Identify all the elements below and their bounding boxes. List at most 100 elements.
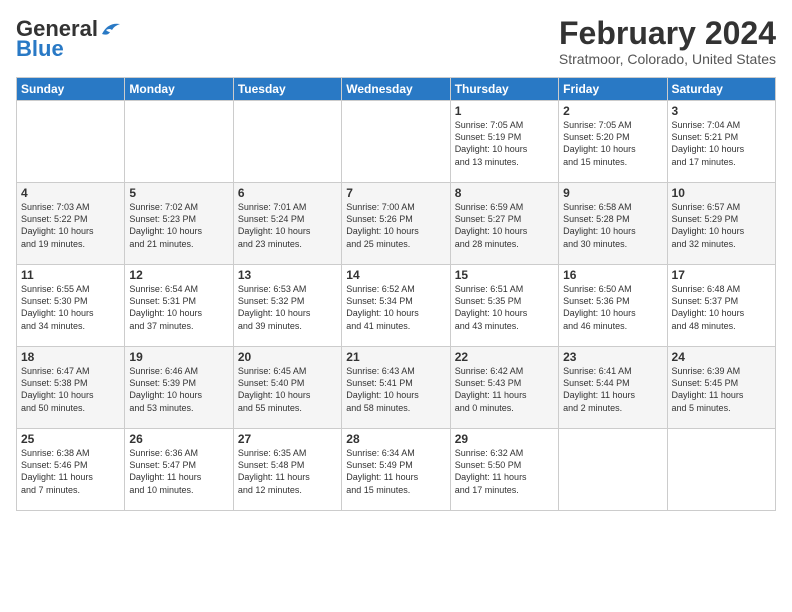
calendar-day-cell: 11Sunrise: 6:55 AM Sunset: 5:30 PM Dayli…: [17, 265, 125, 347]
day-info: Sunrise: 6:51 AM Sunset: 5:35 PM Dayligh…: [455, 283, 554, 332]
logo: General Blue: [16, 16, 122, 62]
day-number: 2: [563, 104, 662, 118]
calendar-day-cell: 23Sunrise: 6:41 AM Sunset: 5:44 PM Dayli…: [559, 347, 667, 429]
day-info: Sunrise: 7:02 AM Sunset: 5:23 PM Dayligh…: [129, 201, 228, 250]
calendar-day-cell: 6Sunrise: 7:01 AM Sunset: 5:24 PM Daylig…: [233, 183, 341, 265]
day-info: Sunrise: 6:43 AM Sunset: 5:41 PM Dayligh…: [346, 365, 445, 414]
calendar-day-cell: 29Sunrise: 6:32 AM Sunset: 5:50 PM Dayli…: [450, 429, 558, 511]
day-info: Sunrise: 7:05 AM Sunset: 5:20 PM Dayligh…: [563, 119, 662, 168]
day-number: 10: [672, 186, 771, 200]
day-info: Sunrise: 6:45 AM Sunset: 5:40 PM Dayligh…: [238, 365, 337, 414]
calendar-day-cell: 4Sunrise: 7:03 AM Sunset: 5:22 PM Daylig…: [17, 183, 125, 265]
day-number: 28: [346, 432, 445, 446]
day-info: Sunrise: 6:41 AM Sunset: 5:44 PM Dayligh…: [563, 365, 662, 414]
calendar-day-cell: 17Sunrise: 6:48 AM Sunset: 5:37 PM Dayli…: [667, 265, 775, 347]
day-info: Sunrise: 7:01 AM Sunset: 5:24 PM Dayligh…: [238, 201, 337, 250]
day-info: Sunrise: 6:34 AM Sunset: 5:49 PM Dayligh…: [346, 447, 445, 496]
day-number: 8: [455, 186, 554, 200]
calendar-week-row: 4Sunrise: 7:03 AM Sunset: 5:22 PM Daylig…: [17, 183, 776, 265]
calendar-week-row: 18Sunrise: 6:47 AM Sunset: 5:38 PM Dayli…: [17, 347, 776, 429]
calendar-day-header: Saturday: [667, 78, 775, 101]
logo-bird-icon: [100, 20, 122, 38]
day-number: 19: [129, 350, 228, 364]
calendar-day-cell: 14Sunrise: 6:52 AM Sunset: 5:34 PM Dayli…: [342, 265, 450, 347]
calendar-day-header: Tuesday: [233, 78, 341, 101]
calendar-day-cell: [233, 101, 341, 183]
day-info: Sunrise: 6:55 AM Sunset: 5:30 PM Dayligh…: [21, 283, 120, 332]
day-number: 16: [563, 268, 662, 282]
day-info: Sunrise: 6:47 AM Sunset: 5:38 PM Dayligh…: [21, 365, 120, 414]
calendar-day-cell: 9Sunrise: 6:58 AM Sunset: 5:28 PM Daylig…: [559, 183, 667, 265]
calendar-day-cell: 19Sunrise: 6:46 AM Sunset: 5:39 PM Dayli…: [125, 347, 233, 429]
calendar-day-header: Sunday: [17, 78, 125, 101]
calendar-day-cell: [667, 429, 775, 511]
calendar-day-cell: 25Sunrise: 6:38 AM Sunset: 5:46 PM Dayli…: [17, 429, 125, 511]
day-info: Sunrise: 7:03 AM Sunset: 5:22 PM Dayligh…: [21, 201, 120, 250]
calendar-day-cell: 3Sunrise: 7:04 AM Sunset: 5:21 PM Daylig…: [667, 101, 775, 183]
calendar-day-header: Monday: [125, 78, 233, 101]
day-number: 7: [346, 186, 445, 200]
day-number: 13: [238, 268, 337, 282]
day-info: Sunrise: 6:35 AM Sunset: 5:48 PM Dayligh…: [238, 447, 337, 496]
calendar-day-cell: [125, 101, 233, 183]
day-info: Sunrise: 6:38 AM Sunset: 5:46 PM Dayligh…: [21, 447, 120, 496]
day-info: Sunrise: 6:59 AM Sunset: 5:27 PM Dayligh…: [455, 201, 554, 250]
day-info: Sunrise: 6:53 AM Sunset: 5:32 PM Dayligh…: [238, 283, 337, 332]
calendar-day-cell: 8Sunrise: 6:59 AM Sunset: 5:27 PM Daylig…: [450, 183, 558, 265]
day-number: 17: [672, 268, 771, 282]
calendar-day-cell: 18Sunrise: 6:47 AM Sunset: 5:38 PM Dayli…: [17, 347, 125, 429]
calendar-day-cell: 1Sunrise: 7:05 AM Sunset: 5:19 PM Daylig…: [450, 101, 558, 183]
calendar-day-header: Wednesday: [342, 78, 450, 101]
calendar-day-header: Friday: [559, 78, 667, 101]
day-number: 26: [129, 432, 228, 446]
day-number: 21: [346, 350, 445, 364]
day-number: 1: [455, 104, 554, 118]
day-info: Sunrise: 7:04 AM Sunset: 5:21 PM Dayligh…: [672, 119, 771, 168]
day-info: Sunrise: 6:39 AM Sunset: 5:45 PM Dayligh…: [672, 365, 771, 414]
calendar-table: SundayMondayTuesdayWednesdayThursdayFrid…: [16, 77, 776, 511]
subtitle: Stratmoor, Colorado, United States: [559, 51, 776, 67]
header: General Blue February 2024 Stratmoor, Co…: [16, 16, 776, 67]
calendar-day-cell: 12Sunrise: 6:54 AM Sunset: 5:31 PM Dayli…: [125, 265, 233, 347]
day-info: Sunrise: 6:42 AM Sunset: 5:43 PM Dayligh…: [455, 365, 554, 414]
day-info: Sunrise: 7:05 AM Sunset: 5:19 PM Dayligh…: [455, 119, 554, 168]
day-info: Sunrise: 6:32 AM Sunset: 5:50 PM Dayligh…: [455, 447, 554, 496]
day-number: 11: [21, 268, 120, 282]
day-info: Sunrise: 6:36 AM Sunset: 5:47 PM Dayligh…: [129, 447, 228, 496]
day-number: 23: [563, 350, 662, 364]
calendar-day-cell: 20Sunrise: 6:45 AM Sunset: 5:40 PM Dayli…: [233, 347, 341, 429]
day-info: Sunrise: 6:54 AM Sunset: 5:31 PM Dayligh…: [129, 283, 228, 332]
calendar-week-row: 11Sunrise: 6:55 AM Sunset: 5:30 PM Dayli…: [17, 265, 776, 347]
calendar-day-cell: [17, 101, 125, 183]
day-info: Sunrise: 7:00 AM Sunset: 5:26 PM Dayligh…: [346, 201, 445, 250]
day-number: 5: [129, 186, 228, 200]
day-info: Sunrise: 6:58 AM Sunset: 5:28 PM Dayligh…: [563, 201, 662, 250]
main-title: February 2024: [559, 16, 776, 51]
day-number: 22: [455, 350, 554, 364]
day-number: 18: [21, 350, 120, 364]
day-number: 3: [672, 104, 771, 118]
calendar-day-header: Thursday: [450, 78, 558, 101]
day-number: 27: [238, 432, 337, 446]
day-info: Sunrise: 6:46 AM Sunset: 5:39 PM Dayligh…: [129, 365, 228, 414]
title-block: February 2024 Stratmoor, Colorado, Unite…: [559, 16, 776, 67]
day-number: 20: [238, 350, 337, 364]
calendar-day-cell: 15Sunrise: 6:51 AM Sunset: 5:35 PM Dayli…: [450, 265, 558, 347]
day-number: 12: [129, 268, 228, 282]
day-number: 4: [21, 186, 120, 200]
calendar-day-cell: 5Sunrise: 7:02 AM Sunset: 5:23 PM Daylig…: [125, 183, 233, 265]
day-number: 9: [563, 186, 662, 200]
calendar-header-row: SundayMondayTuesdayWednesdayThursdayFrid…: [17, 78, 776, 101]
calendar-day-cell: 26Sunrise: 6:36 AM Sunset: 5:47 PM Dayli…: [125, 429, 233, 511]
day-info: Sunrise: 6:50 AM Sunset: 5:36 PM Dayligh…: [563, 283, 662, 332]
calendar-day-cell: 27Sunrise: 6:35 AM Sunset: 5:48 PM Dayli…: [233, 429, 341, 511]
day-number: 24: [672, 350, 771, 364]
day-number: 25: [21, 432, 120, 446]
page: General Blue February 2024 Stratmoor, Co…: [0, 0, 792, 612]
calendar-day-cell: 16Sunrise: 6:50 AM Sunset: 5:36 PM Dayli…: [559, 265, 667, 347]
calendar-body: 1Sunrise: 7:05 AM Sunset: 5:19 PM Daylig…: [17, 101, 776, 511]
day-number: 6: [238, 186, 337, 200]
calendar-day-cell: 22Sunrise: 6:42 AM Sunset: 5:43 PM Dayli…: [450, 347, 558, 429]
calendar-day-cell: 13Sunrise: 6:53 AM Sunset: 5:32 PM Dayli…: [233, 265, 341, 347]
calendar-day-cell: 21Sunrise: 6:43 AM Sunset: 5:41 PM Dayli…: [342, 347, 450, 429]
